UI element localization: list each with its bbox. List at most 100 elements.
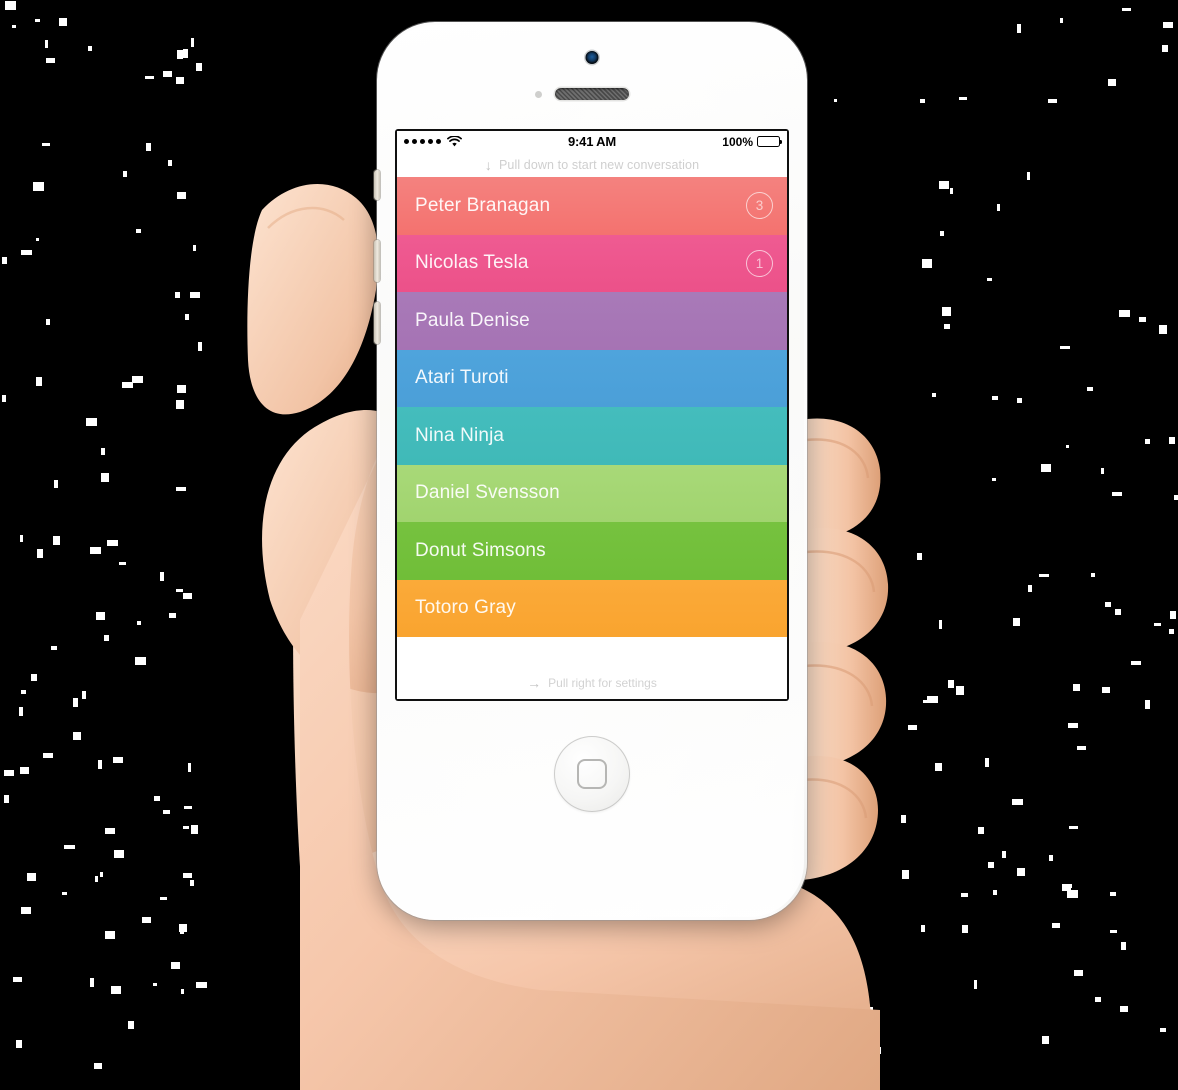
noise-speck: [53, 536, 61, 546]
noise-speck: [1, 256, 7, 264]
conversation-row[interactable]: Nina Ninja: [397, 407, 787, 465]
noise-speck: [1122, 8, 1132, 12]
noise-speck: [1158, 324, 1167, 334]
home-button[interactable]: [554, 736, 630, 812]
home-button-square-icon: [577, 759, 607, 789]
noise-speck: [991, 396, 998, 401]
conversation-row[interactable]: Paula Denise: [397, 292, 787, 350]
noise-speck: [159, 571, 164, 581]
noise-speck: [939, 620, 943, 630]
noise-speck: [128, 1020, 135, 1029]
noise-speck: [175, 399, 184, 409]
noise-speck: [1168, 436, 1175, 444]
noise-speck: [962, 925, 969, 934]
noise-speck: [988, 861, 995, 868]
noise-speck: [190, 38, 194, 48]
noise-speck: [1162, 21, 1173, 28]
scene-root: 9:41 AM 100% ↓ Pull down to start new co…: [0, 0, 1178, 1090]
noise-speck: [1115, 608, 1122, 615]
noise-speck: [830, 516, 837, 521]
noise-speck: [1012, 799, 1024, 806]
volume-up-button[interactable]: [374, 240, 380, 282]
noise-speck: [992, 889, 997, 895]
noise-speck: [197, 341, 202, 351]
conversation-name: Totoro Gray: [415, 597, 516, 619]
noise-speck: [919, 99, 925, 104]
pull-down-hint[interactable]: ↓ Pull down to start new conversation: [397, 152, 787, 177]
signal-dot-2: [412, 139, 417, 144]
noise-speck: [1111, 491, 1122, 496]
noise-speck: [1090, 572, 1095, 577]
noise-speck: [97, 760, 102, 770]
noise-speck: [1169, 628, 1175, 634]
noise-speck: [5, 0, 17, 10]
noise-speck: [866, 1006, 873, 1013]
conversation-row[interactable]: Atari Turoti: [397, 349, 787, 407]
noise-speck: [959, 97, 968, 101]
noise-speck: [154, 796, 161, 802]
noise-speck: [984, 757, 989, 767]
noise-speck: [1153, 623, 1161, 627]
noise-speck: [63, 844, 75, 849]
noise-speck: [873, 1047, 882, 1055]
noise-speck: [20, 907, 31, 915]
noise-speck: [82, 690, 87, 699]
noise-speck: [1060, 346, 1071, 350]
noise-speck: [1139, 316, 1147, 322]
conversation-name: Daniel Svensson: [415, 482, 560, 504]
noise-speck: [175, 292, 181, 299]
noise-speck: [58, 17, 67, 26]
noise-speck: [73, 732, 81, 741]
noise-speck: [73, 698, 79, 708]
noise-speck: [44, 39, 48, 48]
noise-speck: [87, 45, 92, 51]
noise-speck: [922, 259, 933, 269]
noise-speck: [188, 763, 192, 773]
noise-speck: [193, 244, 197, 251]
noise-speck: [934, 762, 942, 771]
noise-speck: [145, 142, 151, 151]
noise-speck: [13, 977, 23, 983]
noise-speck: [21, 689, 27, 694]
conversation-row[interactable]: Nicolas Tesla 1: [397, 234, 787, 292]
noise-speck: [1061, 883, 1072, 888]
noise-speck: [53, 480, 58, 489]
noise-speck: [1086, 386, 1093, 391]
noise-speck: [11, 25, 16, 29]
signal-dot-4: [428, 139, 433, 144]
conversation-row[interactable]: Peter Branagan 3: [397, 177, 787, 235]
conversation-row[interactable]: Daniel Svensson: [397, 464, 787, 522]
volume-down-button[interactable]: [374, 302, 380, 344]
noise-speck: [171, 961, 181, 969]
pull-right-hint[interactable]: → Pull right for settings: [397, 673, 787, 693]
noise-speck: [181, 989, 185, 995]
noise-speck: [189, 879, 194, 886]
noise-speck: [176, 76, 185, 84]
noise-speck: [1047, 98, 1057, 103]
noise-speck: [180, 931, 185, 935]
conversation-row[interactable]: Donut Simsons: [397, 522, 787, 580]
conversation-row[interactable]: Totoro Gray: [397, 579, 787, 637]
noise-speck: [1160, 1028, 1167, 1033]
noise-speck: [176, 588, 184, 592]
noise-speck: [100, 872, 104, 878]
noise-speck: [113, 849, 124, 858]
noise-speck: [1118, 310, 1130, 318]
noise-speck: [122, 382, 134, 389]
noise-speck: [33, 182, 45, 192]
noise-speck: [916, 552, 922, 560]
noise-speck: [178, 923, 187, 932]
battery-percent-label: 100%: [722, 134, 753, 149]
noise-speck: [152, 982, 157, 986]
noise-speck: [948, 679, 955, 688]
noise-speck: [908, 725, 918, 731]
noise-speck: [1028, 584, 1033, 592]
noise-speck: [1109, 891, 1116, 896]
noise-speck: [4, 795, 10, 804]
signal-dot-1: [404, 139, 409, 144]
noise-speck: [101, 447, 106, 455]
noise-speck: [123, 170, 128, 177]
noise-speck: [94, 1062, 103, 1069]
silent-switch[interactable]: [374, 170, 380, 200]
noise-speck: [107, 540, 119, 547]
